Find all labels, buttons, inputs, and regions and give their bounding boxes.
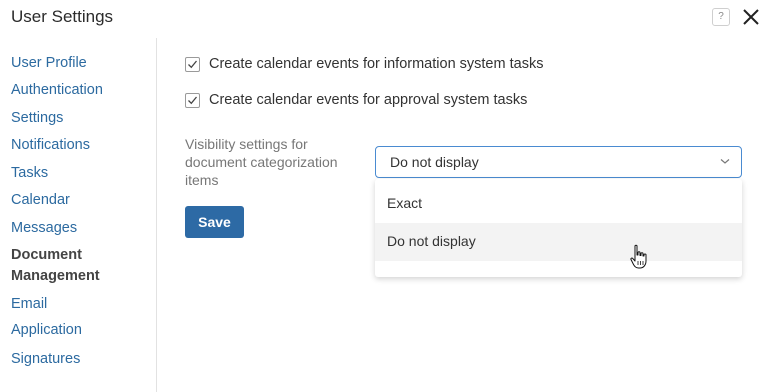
save-button[interactable]: Save xyxy=(185,206,244,238)
sidebar-item-application[interactable]: Application xyxy=(11,320,82,340)
sidebar-item-messages[interactable]: Messages xyxy=(11,218,77,238)
option-do-not-display[interactable]: Do not display xyxy=(375,223,742,261)
visibility-settings-label: Visibility settings for document categor… xyxy=(185,135,360,189)
settings-sidebar: User Profile Authentication Settings Not… xyxy=(0,38,157,392)
approval-tasks-label: Create calendar events for approval syst… xyxy=(209,92,528,108)
sidebar-item-email[interactable]: Email xyxy=(11,294,47,314)
sidebar-item-label-line1: Document xyxy=(11,247,82,263)
checkmark-icon xyxy=(188,60,198,68)
checkmark-icon xyxy=(188,96,198,104)
visibility-dropdown-menu: Exact Do not display xyxy=(375,179,742,277)
option-exact[interactable]: Exact xyxy=(375,185,742,223)
hand-pointer-cursor-icon xyxy=(630,244,648,275)
close-icon[interactable] xyxy=(741,7,761,27)
sidebar-item-user-profile[interactable]: User Profile xyxy=(11,53,87,73)
sidebar-item-label-line2: Management xyxy=(11,268,100,284)
information-tasks-checkbox[interactable] xyxy=(185,56,200,72)
sidebar-item-calendar[interactable]: Calendar xyxy=(11,190,70,210)
dialog-title: User Settings xyxy=(11,7,114,26)
checkbox-row-approval-tasks: Create calendar events for approval syst… xyxy=(185,92,527,108)
sidebar-item-signatures[interactable]: Signatures xyxy=(11,349,80,369)
sidebar-item-document-management[interactable]: Document Management xyxy=(11,245,100,286)
sidebar-item-notifications[interactable]: Notifications xyxy=(11,135,90,155)
sidebar-item-settings[interactable]: Settings xyxy=(11,108,63,128)
checkbox-row-information-tasks: Create calendar events for information s… xyxy=(185,56,543,72)
visibility-label-line3: items xyxy=(185,172,219,188)
approval-tasks-checkbox[interactable] xyxy=(185,92,200,108)
visibility-label-line1: Visibility settings for xyxy=(185,136,308,152)
visibility-label-line2: document categorization xyxy=(185,154,338,170)
help-icon[interactable]: ? xyxy=(712,8,730,26)
visibility-select[interactable]: Do not display xyxy=(375,146,742,178)
sidebar-item-authentication[interactable]: Authentication xyxy=(11,80,103,100)
information-tasks-label: Create calendar events for information s… xyxy=(209,56,544,72)
option-label: Do not display xyxy=(387,233,476,249)
sidebar-item-tasks[interactable]: Tasks xyxy=(11,163,48,183)
option-label: Exact xyxy=(387,195,423,211)
visibility-select-value: Do not display xyxy=(390,154,479,170)
chevron-down-icon xyxy=(720,159,730,164)
